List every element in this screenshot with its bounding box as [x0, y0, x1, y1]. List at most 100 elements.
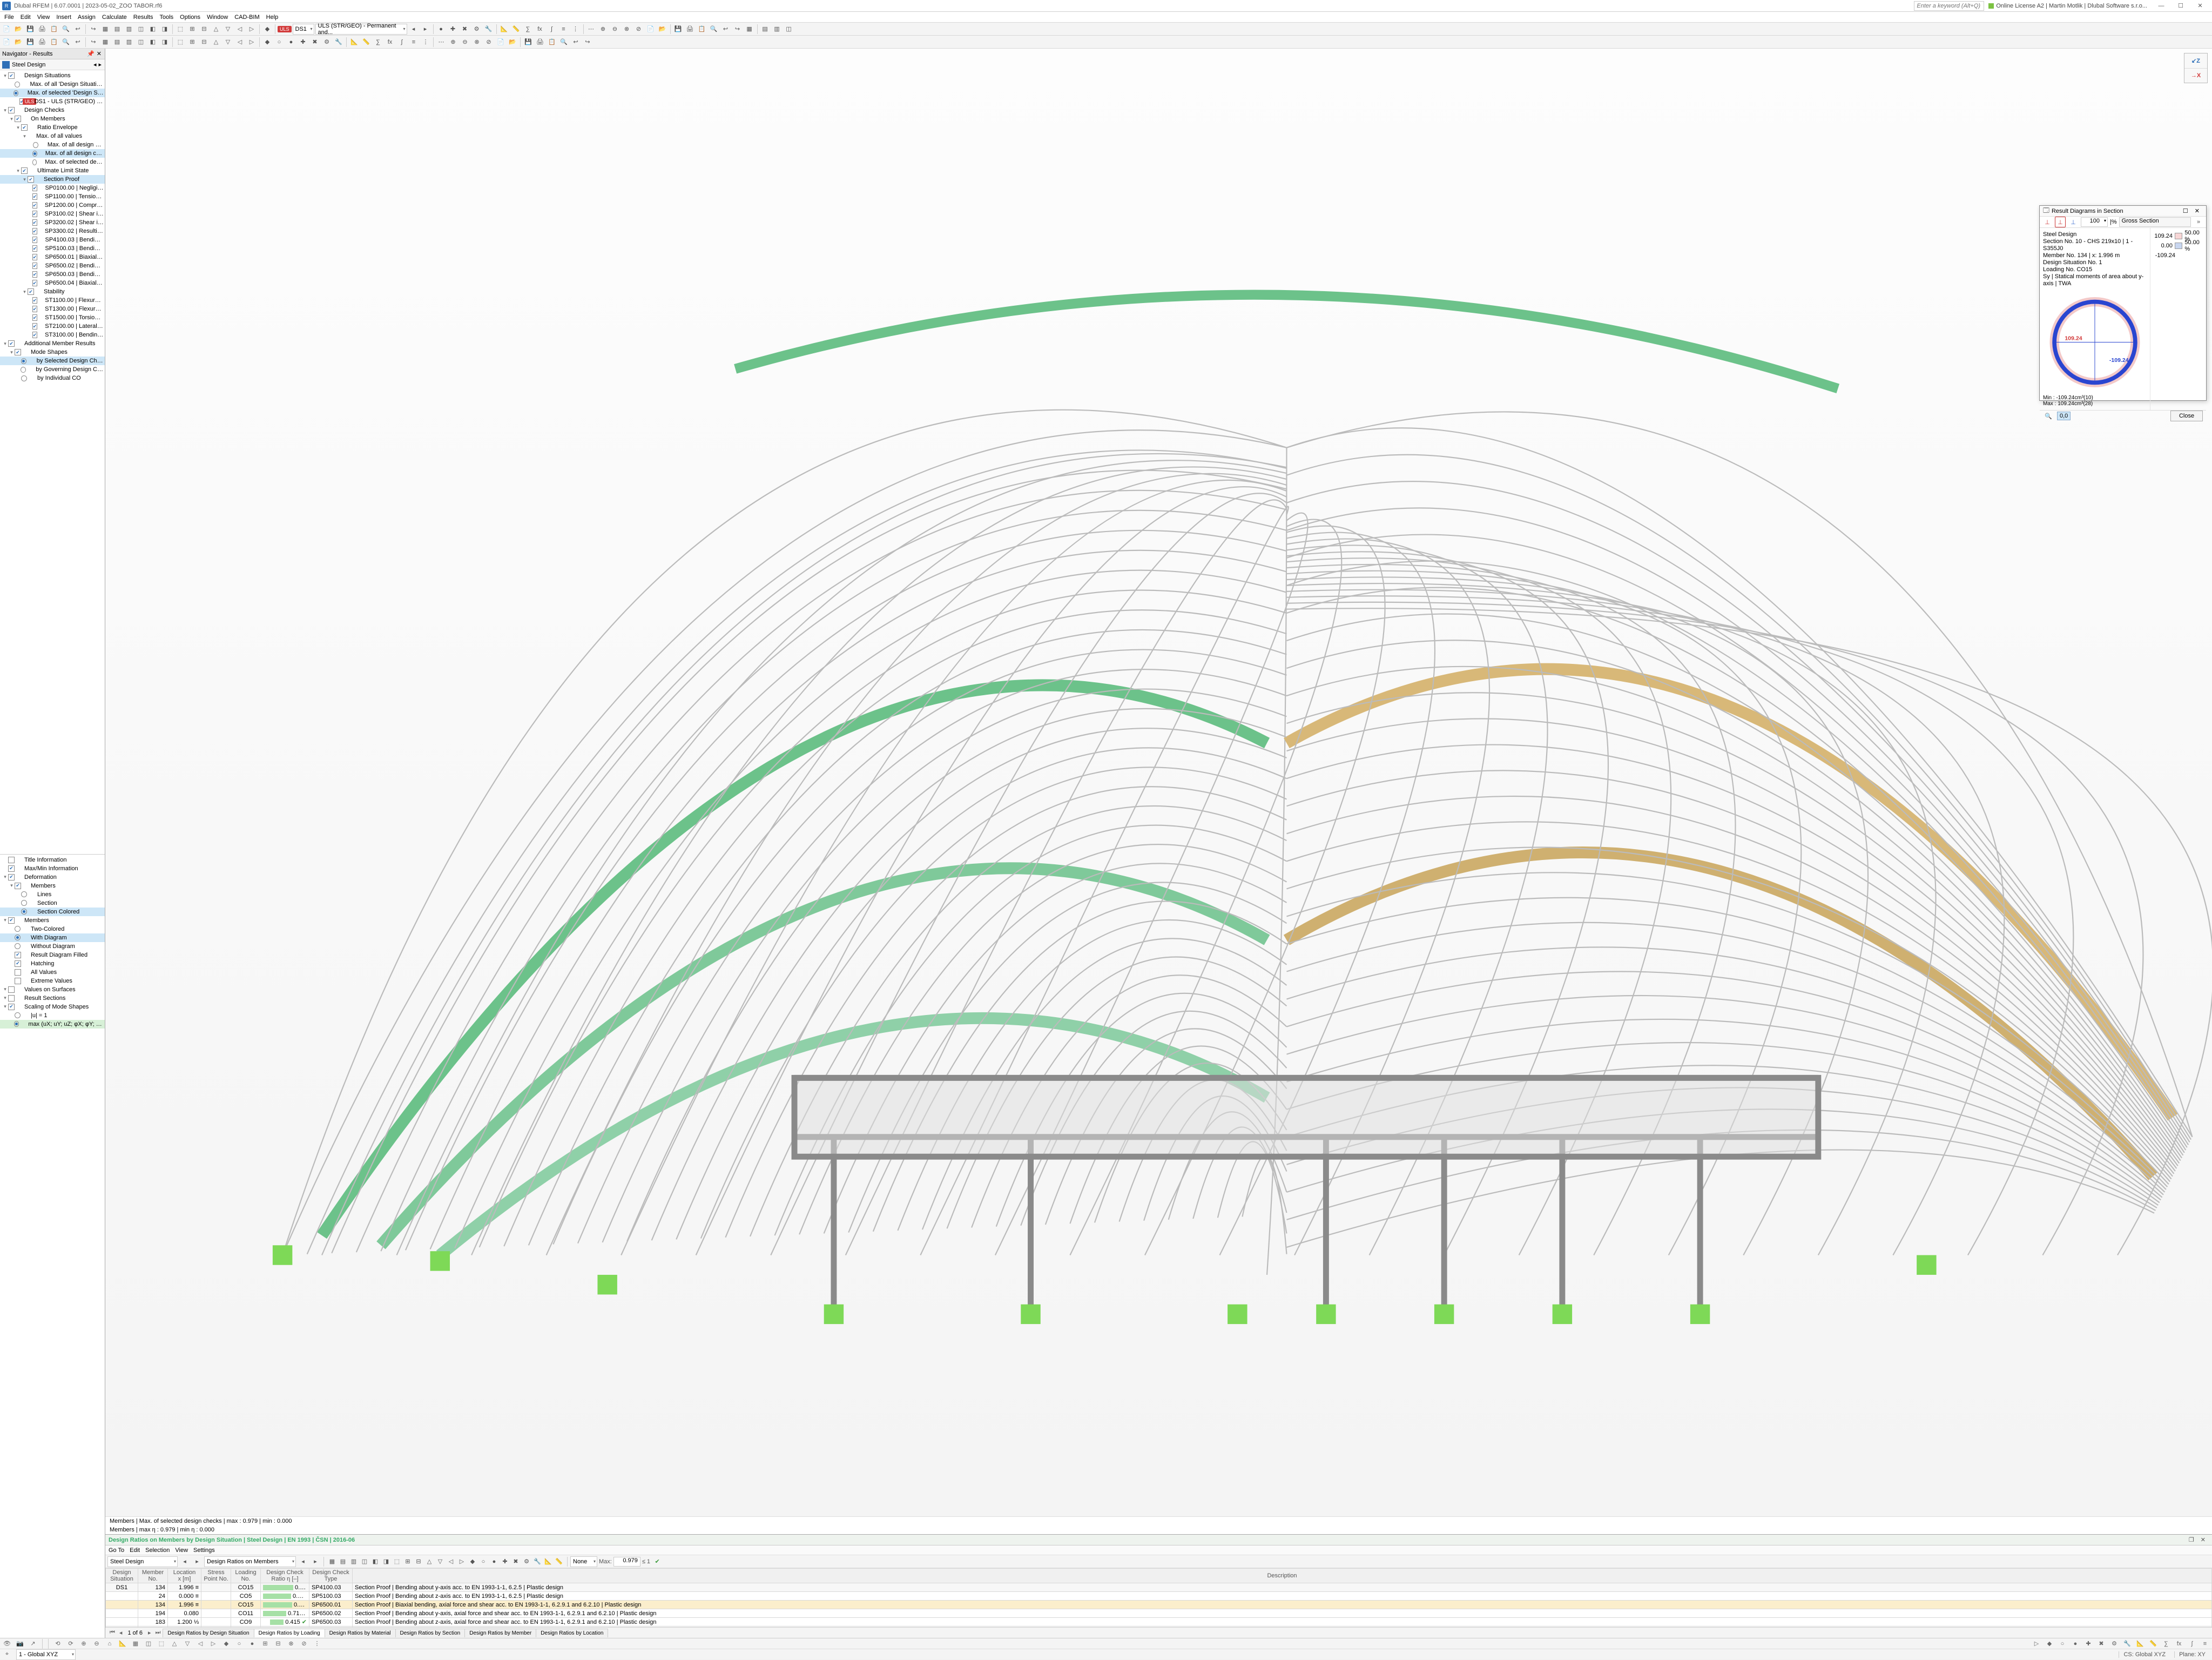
- result-diagram-dialog[interactable]: 🗔 Result Diagrams in Section ☐ ✕ ⊥ ⊥ ⊥ 1…: [2039, 205, 2207, 401]
- tree-item[interactable]: ▾Max. of all values: [0, 132, 105, 140]
- tree-item[interactable]: ▾✔Additional Member Results: [0, 339, 105, 348]
- tree-item[interactable]: by Governing Design Check: [0, 365, 105, 374]
- toolbar-btn[interactable]: 📂: [13, 24, 24, 35]
- toolbar-btn[interactable]: ●: [286, 37, 296, 48]
- toolbar-btn[interactable]: ◁: [234, 24, 245, 35]
- toolbar-btn[interactable]: 📂: [13, 37, 24, 48]
- tree-item[interactable]: ✔ULSDS1 - ULS (STR/GEO) - Permane...: [0, 97, 105, 106]
- tree-item[interactable]: ▾✔Members: [0, 882, 105, 890]
- next-page-icon[interactable]: ▸: [146, 1629, 153, 1636]
- model-viewport[interactable]: ↙Z →X 🗔 Result Diagrams in Section ☐ ✕ ⊥…: [105, 49, 2212, 1516]
- view-tool-btn[interactable]: ⊗: [286, 1639, 296, 1649]
- column-header[interactable]: Design CheckRatio η [–]: [261, 1569, 309, 1583]
- view-tool-btn[interactable]: ⊘: [299, 1639, 309, 1649]
- section-mode-1-icon[interactable]: ⊥: [2042, 217, 2053, 227]
- view-tool-btn[interactable]: ⊖: [92, 1639, 102, 1649]
- max-value-field[interactable]: 0.979: [613, 1557, 640, 1567]
- window-minimize[interactable]: —: [2152, 0, 2171, 12]
- toolbar-btn[interactable]: ⊕: [598, 24, 609, 35]
- view-tool-btn[interactable]: ∑: [2161, 1639, 2171, 1649]
- table-close-icon[interactable]: ✕: [2197, 1536, 2209, 1543]
- toolbar-btn[interactable]: 💾: [25, 24, 36, 35]
- search-value-input[interactable]: 0,0: [2057, 412, 2071, 420]
- view-tool-btn[interactable]: ◫: [144, 1639, 153, 1649]
- tree-item[interactable]: ▾Result Sections: [0, 994, 105, 1003]
- table-tool-btn[interactable]: ○: [478, 1556, 489, 1567]
- tree-item[interactable]: ✔SP6500.02 | Bending about y...: [0, 261, 105, 270]
- column-header[interactable]: Locationx [m]: [168, 1569, 201, 1583]
- toolbar-btn[interactable]: ⊞: [187, 37, 198, 48]
- toolbar-btn[interactable]: △: [211, 37, 221, 48]
- table-tool-btn[interactable]: 📐: [543, 1556, 554, 1567]
- tree-item[interactable]: ✔ST1100.00 | Flexural buckling...: [0, 296, 105, 305]
- table-tool-btn[interactable]: 🔧: [532, 1556, 543, 1567]
- view-tool-btn[interactable]: ◆: [221, 1639, 231, 1649]
- tree-item[interactable]: ▾✔Stability: [0, 287, 105, 296]
- tree-item[interactable]: ✔ST1300.00 | Flexural buckling...: [0, 305, 105, 313]
- table-menu-item[interactable]: Edit: [130, 1547, 140, 1554]
- dialog-maximize[interactable]: ☐: [2180, 207, 2191, 214]
- window-maximize[interactable]: ☐: [2171, 0, 2190, 12]
- toolbar-btn[interactable]: ⊘: [633, 24, 644, 35]
- toolbar-btn[interactable]: ⊕: [448, 37, 458, 48]
- tree-item[interactable]: ✔ST1500.00 | Torsional bucklin...: [0, 313, 105, 322]
- snap-icon[interactable]: ⌖: [2, 1650, 12, 1659]
- tree-item[interactable]: by Selected Design Check: [0, 357, 105, 365]
- toolbar-btn[interactable]: 🔧: [333, 37, 344, 48]
- tree-item[interactable]: ✔SP3200.02 | Shear in y-axis ac...: [0, 218, 105, 227]
- toolbar-btn[interactable]: ◫: [136, 37, 146, 48]
- toolbar-btn[interactable]: ∑: [523, 24, 534, 35]
- tree-item[interactable]: Max. of selected 'Design Situations': [0, 89, 105, 97]
- view-tool-btn[interactable]: ⌂: [105, 1639, 114, 1649]
- tree-item[interactable]: ▾✔Ultimate Limit State: [0, 166, 105, 175]
- toolbar-btn[interactable]: ⊖: [610, 24, 621, 35]
- toolbar-btn[interactable]: ◧: [147, 24, 158, 35]
- last-page-icon[interactable]: ⏭: [153, 1629, 163, 1636]
- toolbar-btn[interactable]: ≡: [408, 37, 419, 48]
- toolbar-btn[interactable]: ⋮: [570, 24, 581, 35]
- tree-item[interactable]: ▾✔Mode Shapes: [0, 348, 105, 357]
- view-tool-btn[interactable]: ⟳: [66, 1639, 76, 1649]
- lc-select[interactable]: ULS (STR/GEO) - Permanent and...: [315, 24, 407, 35]
- menu-options[interactable]: Options: [177, 13, 204, 22]
- toolbar-btn[interactable]: ⊗: [622, 24, 632, 35]
- view-tool-btn[interactable]: ▷: [2032, 1639, 2041, 1649]
- toolbar-btn[interactable]: ⊞: [187, 24, 198, 35]
- scale-spinner[interactable]: 100: [2081, 217, 2108, 227]
- table-tool-btn[interactable]: ◨: [381, 1556, 392, 1567]
- toolbar-btn[interactable]: 📐: [349, 37, 360, 48]
- tree-item[interactable]: ✔SP6500.04 | Biaxial bending a...: [0, 279, 105, 287]
- toolbar-btn[interactable]: ⊟: [199, 24, 210, 35]
- toolbar-btn[interactable]: ≡: [558, 24, 569, 35]
- toolbar-btn[interactable]: ○: [274, 37, 285, 48]
- view-tool-btn[interactable]: ○: [234, 1639, 244, 1649]
- view-tool-btn[interactable]: ∫: [2187, 1639, 2197, 1649]
- toolbar-btn[interactable]: ✖: [460, 24, 470, 35]
- toolbar-btn[interactable]: ◧: [147, 37, 158, 48]
- table-tool-btn[interactable]: ◁: [446, 1556, 456, 1567]
- window-close[interactable]: ✕: [2190, 0, 2210, 12]
- view-tool-btn[interactable]: ⋮: [312, 1639, 322, 1649]
- toolbar-btn[interactable]: ↪: [582, 37, 593, 48]
- menu-view[interactable]: View: [34, 13, 53, 22]
- view-tool-btn[interactable]: ✖: [2096, 1639, 2106, 1649]
- tree-item[interactable]: ✔SP1200.00 | Compression acc...: [0, 201, 105, 210]
- prev-icon[interactable]: ◂: [179, 1556, 190, 1567]
- toolbar-btn[interactable]: ⬚: [175, 24, 186, 35]
- tree-item[interactable]: ✔SP3100.02 | Shear in z-axis ac...: [0, 210, 105, 218]
- toolbar-btn[interactable]: ▷: [246, 37, 257, 48]
- filter-select[interactable]: None: [570, 1556, 597, 1567]
- table-tool-btn[interactable]: ▽: [435, 1556, 446, 1567]
- tree-item[interactable]: ✔ST3100.00 | Bending and buc...: [0, 331, 105, 339]
- tree-item[interactable]: max (uX; uY; uZ; φX; φY; φZ) = 1: [0, 1020, 105, 1029]
- menu-results[interactable]: Results: [130, 13, 157, 22]
- navigator-module-select[interactable]: Steel Design ◂ ▸: [0, 59, 105, 70]
- toolbar-btn[interactable]: ◨: [159, 24, 170, 35]
- tree-item[interactable]: ✔SP0100.00 | Negligible intern...: [0, 184, 105, 192]
- view-tool-btn[interactable]: ⊞: [260, 1639, 270, 1649]
- tree-item[interactable]: With Diagram: [0, 933, 105, 942]
- menu-edit[interactable]: Edit: [17, 13, 34, 22]
- toolbar-btn[interactable]: 💾: [523, 37, 534, 48]
- prev-lc-icon[interactable]: ◂: [408, 24, 419, 35]
- toolbar-btn[interactable]: ↪: [88, 37, 99, 48]
